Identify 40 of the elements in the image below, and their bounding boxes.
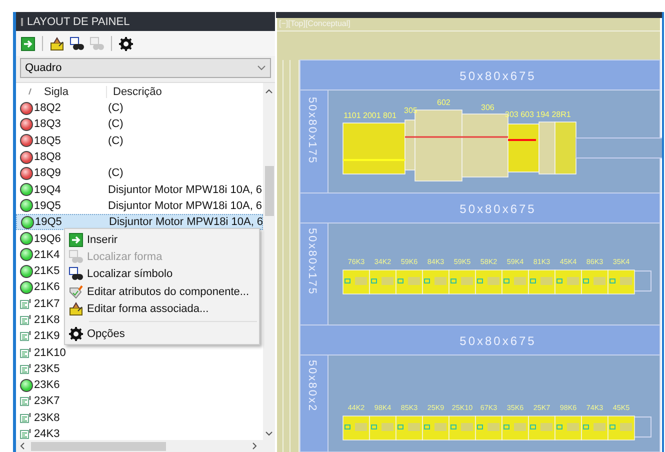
description-text: (C)	[108, 102, 124, 114]
sigla-text: 19Q5	[35, 216, 62, 228]
sigla-text: 18Q2	[34, 102, 61, 114]
sigla-text: 21K5	[34, 265, 60, 278]
component-label: 305	[404, 106, 418, 115]
sigla-text: 18Q8	[34, 151, 61, 164]
duct-label: 50x80x175	[306, 228, 318, 296]
component-label: 306	[481, 103, 494, 112]
sigla-text: 18Q9	[34, 167, 61, 180]
description-text: (C)	[108, 134, 124, 147]
sigla-text: 23K7	[34, 395, 60, 408]
sigla-text: 18Q3	[34, 118, 61, 130]
sigla-text: 21K10	[34, 346, 66, 359]
component-label: 602	[437, 98, 450, 107]
description-text: Disjuntor Motor MPW18i 10A, 6	[108, 184, 262, 196]
description-text: (C)	[108, 118, 124, 130]
duct-label: 50x80x675	[460, 334, 536, 348]
sigla-text: 21K7	[34, 298, 60, 310]
sigla-text: 21K6	[34, 281, 60, 294]
duct-label: 50x80x675	[460, 202, 536, 216]
duct-label: 50x80x175	[306, 97, 318, 164]
sigla-text: 19Q6	[34, 232, 61, 245]
sigla-text: 19Q5	[34, 200, 61, 212]
sigla-text: 19Q4	[34, 184, 61, 196]
component-label: 303 603 194 28R1	[505, 110, 571, 119]
sigla-text: 23K6	[34, 379, 60, 392]
sigla-text: 23K5	[34, 362, 60, 375]
sigla-text: 18Q5	[34, 134, 61, 147]
description-text: Disjuntor Motor MPW18i 10A, 6	[108, 200, 262, 212]
sigla-text: 23K8	[34, 412, 60, 424]
duct-label: 50x80x2	[306, 360, 318, 412]
panel-title: LAYOUT DE PAINEL	[27, 16, 130, 28]
duct-label: 50x80x675	[460, 69, 536, 83]
sigla-text: 21K4	[34, 248, 60, 261]
sigla-text: 21K9	[34, 330, 60, 342]
description-text: (C)	[108, 167, 124, 180]
sigla-text: 21K8	[34, 314, 60, 326]
description-text: Disjuntor Motor MPW18i 10A, 6	[109, 216, 263, 228]
component-label: 1101 2001 801	[344, 111, 396, 120]
sigla-text: 24K3	[34, 428, 60, 440]
